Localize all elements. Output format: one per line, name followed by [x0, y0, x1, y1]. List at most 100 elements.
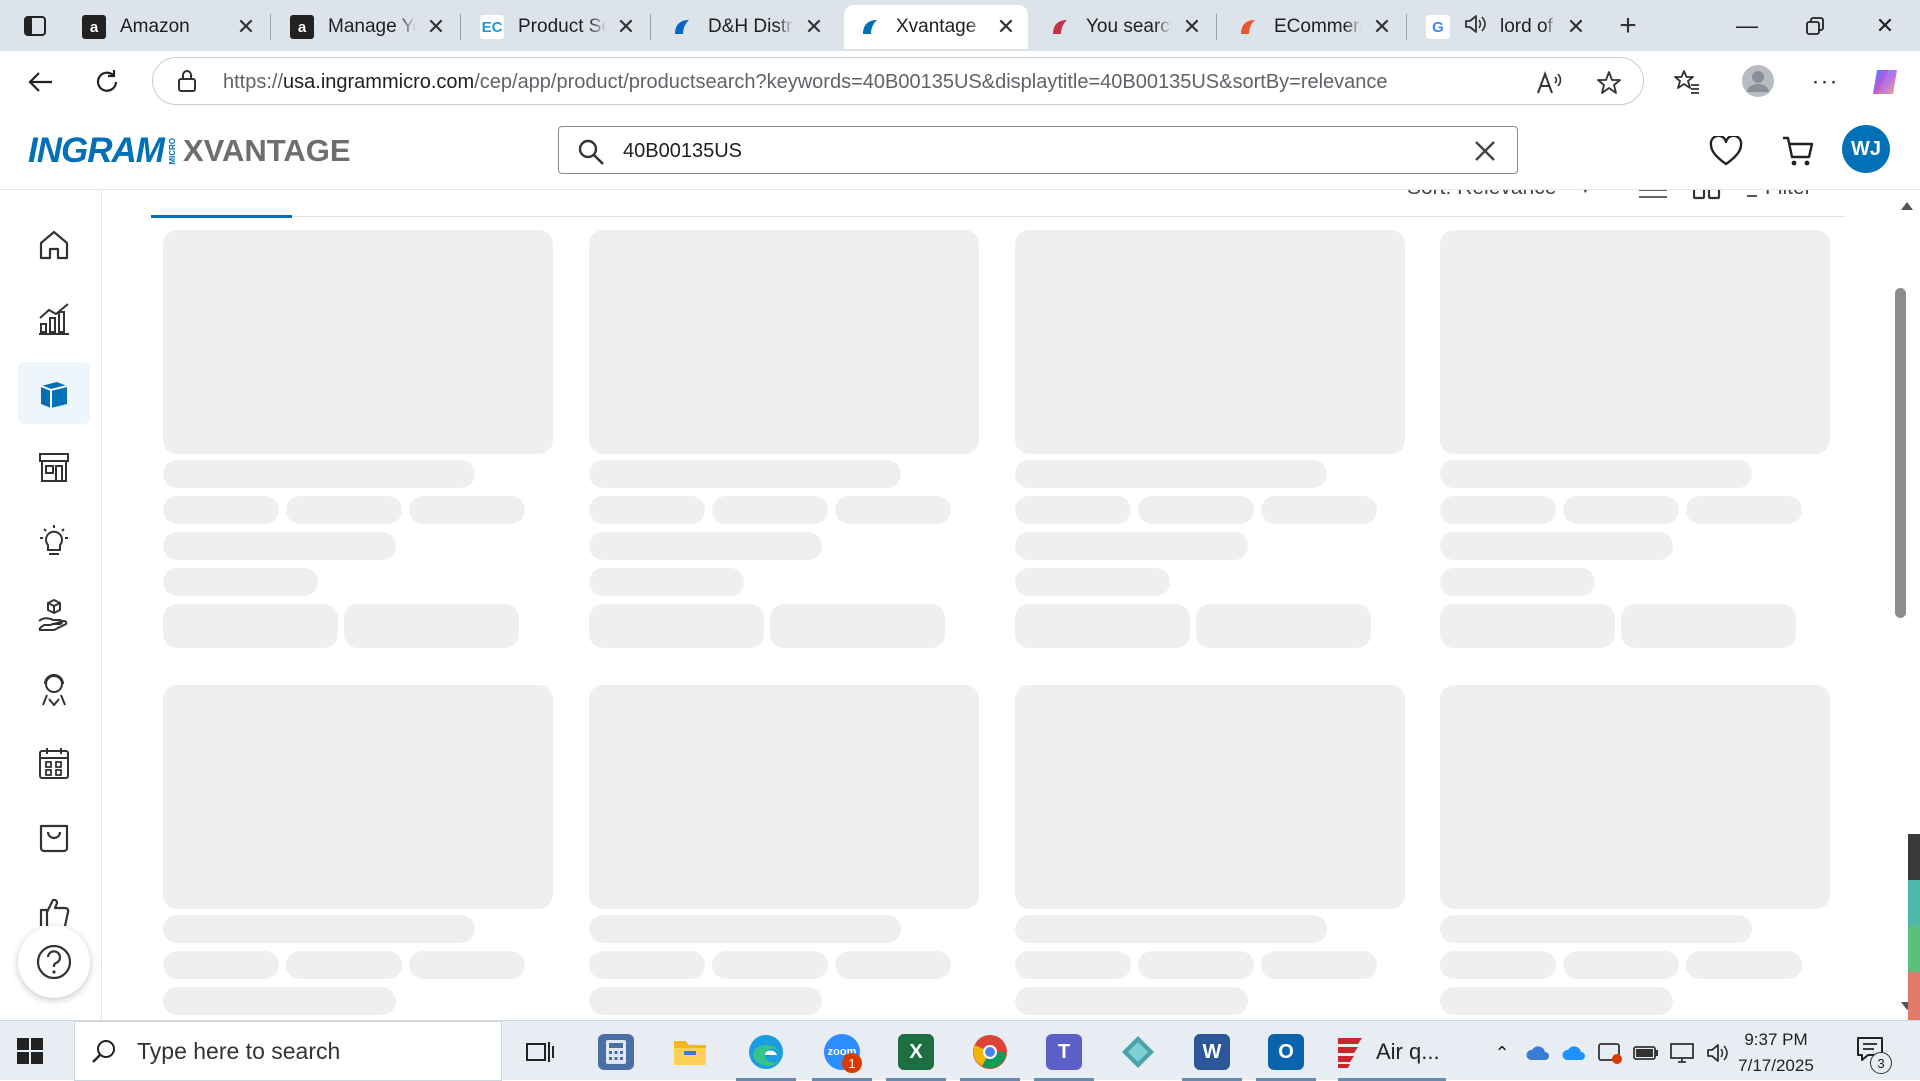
browser-tab[interactable]: a Amazon ✕: [68, 5, 268, 49]
taskbar-app-diamond[interactable]: [1104, 1027, 1172, 1077]
taskbar-outlook[interactable]: O: [1252, 1027, 1320, 1081]
close-tab-icon[interactable]: ✕: [1178, 13, 1206, 41]
read-aloud-icon: [1537, 71, 1562, 94]
nav-calendar[interactable]: [18, 732, 90, 794]
close-tab-icon[interactable]: ✕: [232, 13, 260, 41]
skeleton-chip: [1261, 951, 1377, 979]
taskbar-file-explorer[interactable]: [656, 1027, 724, 1077]
copilot-button[interactable]: [1866, 63, 1904, 101]
nav-services[interactable]: [18, 584, 90, 646]
user-avatar[interactable]: WJ: [1842, 125, 1890, 173]
back-button[interactable]: [22, 63, 60, 101]
taskbar-search-box[interactable]: Type here to search: [74, 1021, 502, 1081]
tray-network[interactable]: [1668, 1039, 1696, 1067]
copilot-icon: [1873, 70, 1897, 94]
wishlist-button[interactable]: [1706, 131, 1746, 171]
nav-storefront[interactable]: [18, 436, 90, 498]
taskbar-calculator[interactable]: [582, 1027, 650, 1077]
skeleton-chip: [712, 496, 828, 524]
skeleton-image: [589, 685, 979, 909]
taskbar-edge[interactable]: [732, 1027, 800, 1081]
skeleton-chip: [1440, 951, 1556, 979]
skeleton-button: [1196, 604, 1371, 648]
taskbar-zoom[interactable]: zoom 1: [808, 1027, 876, 1081]
restore-button[interactable]: [1792, 8, 1838, 44]
favorite-star-button[interactable]: [1595, 69, 1623, 97]
browser-tab[interactable]: EC Product Search ✕: [466, 5, 648, 49]
product-search-input[interactable]: 40B00135US: [558, 126, 1518, 174]
tray-onedrive-personal[interactable]: [1524, 1039, 1552, 1067]
lock-icon: [178, 70, 196, 92]
close-tab-icon[interactable]: ✕: [1562, 13, 1590, 41]
browser-tab[interactable]: You searched ✕: [1034, 5, 1214, 49]
folder-icon: [674, 1041, 706, 1065]
close-tab-icon[interactable]: ✕: [800, 13, 828, 41]
start-button[interactable]: [16, 1037, 44, 1070]
reload-button[interactable]: [88, 63, 126, 101]
new-tab-button[interactable]: +: [1612, 9, 1644, 42]
taskbar-excel[interactable]: X: [882, 1027, 950, 1081]
scrollbar-thumb[interactable]: [1895, 288, 1906, 618]
nav-products[interactable]: [18, 362, 90, 424]
tray-overflow-button[interactable]: ⌃: [1488, 1039, 1516, 1067]
scroll-up-arrow-icon[interactable]: [1901, 202, 1913, 210]
profile-button[interactable]: [1736, 59, 1780, 103]
browser-tab[interactable]: ECommerce ✕: [1222, 5, 1404, 49]
browser-tab[interactable]: a Manage Your ✕: [276, 5, 458, 49]
logo-brand: INGRAM: [28, 131, 165, 170]
xvantage-logo[interactable]: INGRAM MICRO XVANTAGE: [28, 131, 351, 170]
close-tab-icon[interactable]: ✕: [612, 13, 640, 41]
settings-more-button[interactable]: ···: [1806, 63, 1844, 101]
grid-view-button[interactable]: [1692, 190, 1721, 205]
taskbar-word[interactable]: W: [1178, 1027, 1246, 1081]
skeleton-button: [770, 604, 945, 648]
nav-home[interactable]: [18, 214, 90, 276]
filter-icon-button[interactable]: [1745, 190, 1759, 205]
list-view-button[interactable]: [1639, 190, 1667, 205]
cart-button[interactable]: [1778, 131, 1818, 171]
tray-security[interactable]: [1596, 1039, 1624, 1067]
skeleton-title: [1440, 915, 1752, 943]
thumbs-up-icon: [39, 898, 70, 926]
product-card-skeleton: [1015, 685, 1405, 1020]
nav-analytics[interactable]: [18, 288, 90, 350]
browser-tab[interactable]: D&H Distributing ✕: [656, 5, 836, 49]
browser-tab[interactable]: Xvantage ✕: [844, 5, 1028, 49]
task-view-icon: [526, 1042, 554, 1062]
address-bar[interactable]: https://usa.ingrammicro.com/cep/app/prod…: [152, 57, 1644, 105]
clear-search-button[interactable]: [1471, 137, 1499, 165]
taskbar-clock[interactable]: 9:37 PM 7/17/2025: [1726, 1027, 1826, 1079]
skeleton-button: [1440, 604, 1615, 648]
skeleton-title: [163, 915, 475, 943]
close-tab-icon[interactable]: ✕: [1368, 13, 1396, 41]
notification-center-button[interactable]: 3: [1856, 1035, 1892, 1074]
filter-button[interactable]: Filter: [1765, 190, 1812, 200]
tab-actions-button[interactable]: [16, 12, 54, 40]
skeleton-chip: [1015, 951, 1131, 979]
close-window-button[interactable]: ✕: [1862, 8, 1908, 44]
tray-onedrive-business[interactable]: [1560, 1039, 1588, 1067]
taskbar-air-app[interactable]: Air q...: [1334, 1027, 1450, 1081]
nav-support[interactable]: [18, 658, 90, 720]
nav-orders[interactable]: [18, 806, 90, 868]
lightbulb-icon: [40, 525, 68, 555]
close-tab-icon[interactable]: ✕: [422, 13, 450, 41]
minimize-button[interactable]: —: [1724, 8, 1770, 44]
skeleton-chip: [1563, 496, 1679, 524]
help-button[interactable]: [18, 926, 90, 998]
nav-feedback[interactable]: [18, 880, 90, 926]
taskbar-chrome[interactable]: [956, 1027, 1024, 1081]
xvantage-icon: [858, 15, 882, 39]
browser-tab[interactable]: Glord of ✕: [1412, 5, 1598, 49]
hand-box-icon: [38, 599, 68, 631]
profile-icon: [1742, 65, 1774, 97]
read-aloud-button[interactable]: [1535, 69, 1563, 97]
tray-battery[interactable]: [1632, 1039, 1660, 1067]
sort-dropdown[interactable]: Sort: Relevance ▼: [1407, 190, 1592, 200]
tab-audio-icon[interactable]: [1464, 13, 1488, 41]
nav-insights[interactable]: [18, 510, 90, 572]
task-view-button[interactable]: [506, 1027, 574, 1077]
close-tab-icon[interactable]: ✕: [992, 13, 1020, 41]
favorites-button[interactable]: [1668, 63, 1706, 101]
taskbar-teams[interactable]: T: [1030, 1027, 1098, 1081]
